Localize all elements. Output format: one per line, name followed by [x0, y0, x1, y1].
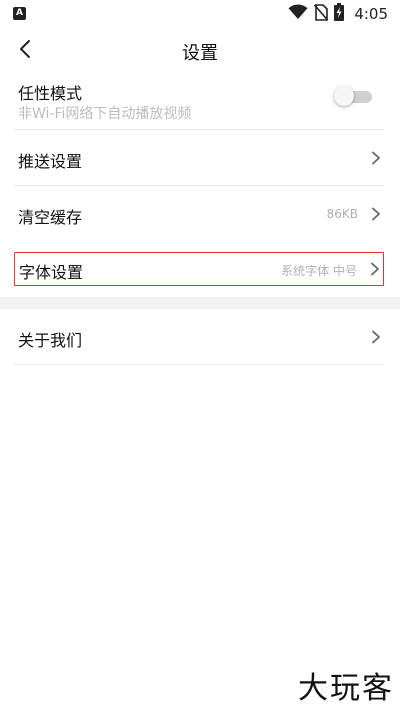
chevron-right-icon [371, 262, 379, 276]
status-bar: A 4:05 [0, 0, 400, 28]
nav-bar: 设置 [0, 28, 400, 74]
clear-cache-row[interactable]: 清空缓存 86KB [14, 186, 384, 242]
clear-cache-label: 清空缓存 [18, 208, 83, 227]
status-time: 4:05 [354, 5, 388, 23]
font-settings-row[interactable]: 字体设置 系统字体 中号 [14, 252, 384, 286]
autoplay-toggle[interactable] [334, 86, 372, 106]
autoplay-label: 任性模式 [18, 84, 83, 103]
page-title: 设置 [182, 43, 218, 64]
cache-size-value: 86KB [326, 207, 358, 221]
section-divider [0, 297, 400, 309]
about-us-label: 关于我们 [18, 331, 83, 350]
chevron-right-icon [372, 151, 380, 165]
push-settings-label: 推送设置 [18, 152, 83, 171]
divider [14, 364, 384, 365]
font-settings-label: 字体设置 [19, 263, 84, 282]
autoplay-setting-row: 任性模式 非Wi-Fi网络下自动播放视频 [14, 74, 384, 130]
autoplay-sublabel: 非Wi-Fi网络下自动播放视频 [18, 106, 192, 122]
about-us-row[interactable]: 关于我们 [14, 309, 384, 365]
toggle-thumb [334, 86, 354, 106]
status-icons: 4:05 [288, 3, 388, 25]
push-settings-row[interactable]: 推送设置 [14, 130, 384, 186]
font-settings-value: 系统字体 中号 [281, 264, 357, 278]
no-sim-icon [314, 3, 329, 25]
battery-charging-icon [334, 3, 345, 25]
app-notification-icon: A [13, 7, 26, 20]
chevron-right-icon [372, 207, 380, 221]
watermark-logo: 大玩客 [298, 671, 394, 706]
chevron-right-icon [372, 330, 380, 344]
wifi-icon [288, 4, 308, 24]
